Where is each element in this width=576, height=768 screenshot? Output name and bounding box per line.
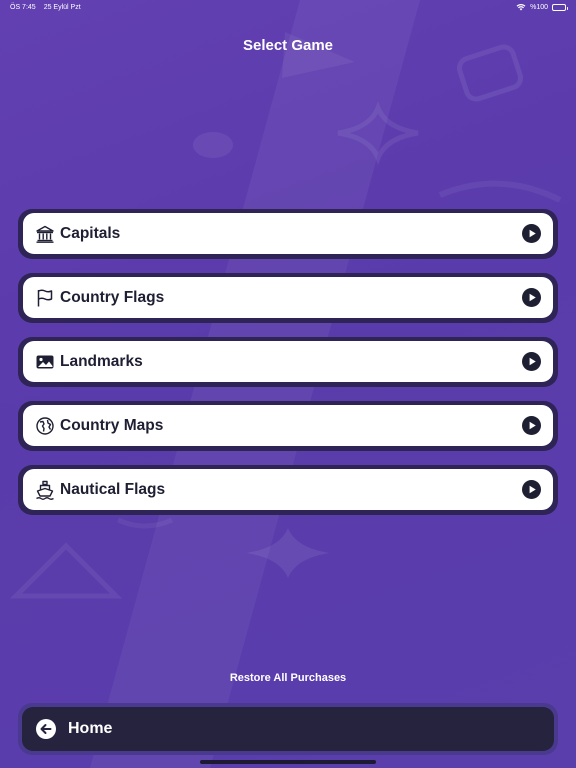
game-button-landmarks[interactable]: Landmarks xyxy=(18,337,558,387)
game-label: Capitals xyxy=(60,224,121,242)
play-icon xyxy=(522,288,541,307)
game-label: Nautical Flags xyxy=(60,480,166,498)
play-icon xyxy=(522,352,541,371)
flag-icon xyxy=(35,288,55,308)
play-icon xyxy=(522,480,541,499)
battery-icon xyxy=(552,3,568,11)
status-bar: ÖS 7:45 25 Eylül Pzt %100 xyxy=(0,0,576,14)
play-icon xyxy=(522,224,541,243)
game-button-country-maps[interactable]: Country Maps xyxy=(18,401,558,451)
page-title: Select Game xyxy=(242,37,334,54)
restore-purchases-link[interactable]: Restore All Purchases xyxy=(0,672,576,684)
game-button-capitals[interactable]: Capitals xyxy=(18,209,558,259)
game-label: Landmarks xyxy=(60,352,143,370)
home-button[interactable]: Home xyxy=(18,703,558,755)
ship-icon xyxy=(35,480,55,500)
play-icon xyxy=(522,416,541,435)
home-label: Home xyxy=(68,720,113,737)
arrow-left-icon xyxy=(36,719,56,739)
battery-percent: %100 xyxy=(530,3,548,11)
game-label: Country Maps xyxy=(60,416,164,434)
game-label: Country Flags xyxy=(60,288,165,306)
globe-icon xyxy=(35,416,55,436)
wifi-icon xyxy=(516,4,526,11)
bank-icon xyxy=(35,224,55,244)
status-time: ÖS 7:45 xyxy=(10,3,36,11)
game-button-country-flags[interactable]: Country Flags xyxy=(18,273,558,323)
game-button-nautical-flags[interactable]: Nautical Flags xyxy=(18,465,558,515)
game-list: Capitals Country Flags Landmarks Country… xyxy=(18,209,558,515)
home-indicator[interactable] xyxy=(200,760,376,764)
image-icon xyxy=(35,352,55,372)
status-date: 25 Eylül Pzt xyxy=(43,3,81,11)
